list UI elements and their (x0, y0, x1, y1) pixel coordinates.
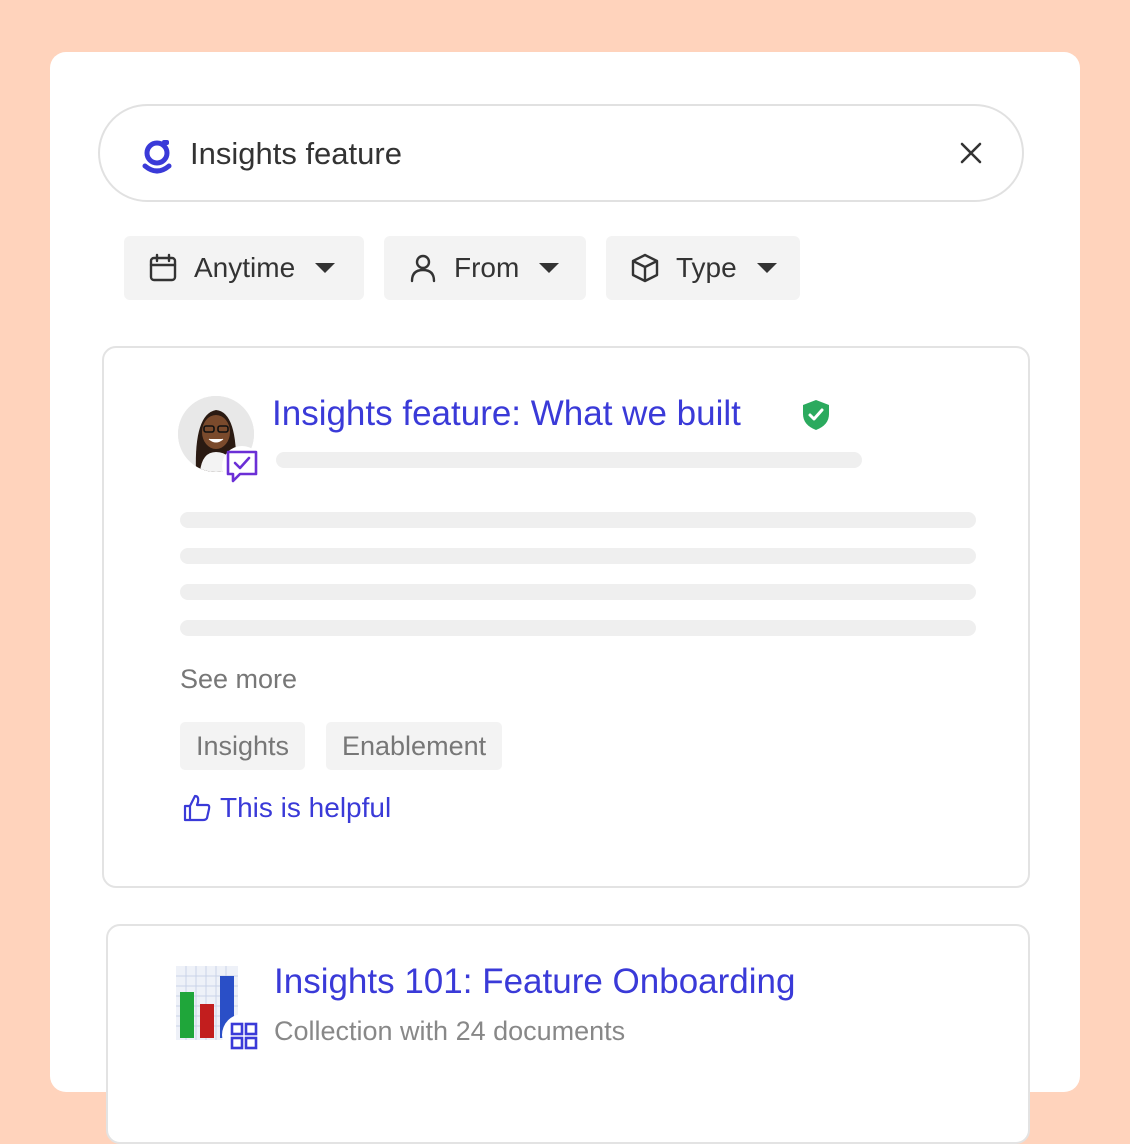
tag-insights[interactable]: Insights (180, 722, 306, 770)
verified-shield-icon (803, 400, 829, 430)
filter-type-label: Type (676, 252, 737, 283)
caret-down-icon (756, 263, 777, 273)
filter-type[interactable]: Type (606, 236, 800, 300)
skeleton-line (180, 512, 976, 528)
tag-enablement[interactable]: Enablement (326, 722, 503, 770)
filter-anytime-label: Anytime (194, 252, 296, 283)
search-input[interactable]: Insights feature (190, 136, 402, 172)
source-badge (222, 446, 262, 486)
result-card[interactable]: Insights 101: Feature Onboarding Collect… (106, 924, 1030, 1144)
see-more-link[interactable]: See more (180, 664, 297, 695)
calendar-icon (149, 253, 177, 282)
chat-check-icon (226, 450, 258, 483)
close-icon[interactable] (960, 142, 982, 164)
collection-grid-icon (230, 1022, 258, 1050)
helpful-label: This is helpful (220, 792, 392, 823)
thumbs-up-icon (183, 794, 211, 822)
caret-down-icon (539, 263, 560, 273)
skeleton-line (276, 452, 862, 468)
skeleton-line (180, 620, 976, 636)
filter-from-label: From (454, 252, 520, 283)
glean-logo-icon (142, 140, 172, 174)
filter-anytime[interactable]: Anytime (124, 236, 364, 300)
result-subtitle: Collection with 24 documents (274, 1016, 626, 1046)
source-badge (222, 1014, 264, 1056)
caret-down-icon (315, 263, 336, 273)
cube-icon (631, 253, 659, 283)
person-icon (410, 254, 436, 283)
search-bar[interactable]: Insights feature (98, 104, 1024, 202)
skeleton-line (180, 548, 976, 564)
result-title[interactable]: Insights 101: Feature Onboarding (274, 962, 795, 1002)
result-card[interactable]: Insights feature: What we built See more… (102, 346, 1030, 888)
helpful-button[interactable]: This is helpful (182, 792, 391, 824)
search-panel: Insights feature Anytime From Type Insig… (50, 52, 1080, 1144)
result-title[interactable]: Insights feature: What we built (272, 394, 741, 434)
filter-from[interactable]: From (384, 236, 586, 300)
skeleton-line (180, 584, 976, 600)
